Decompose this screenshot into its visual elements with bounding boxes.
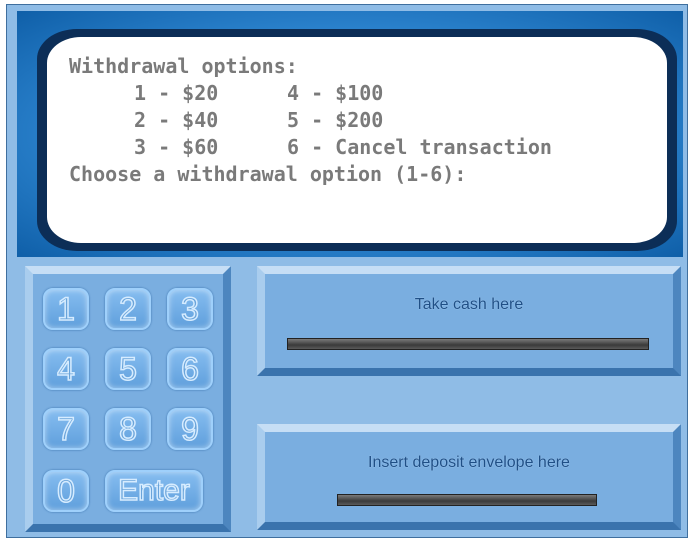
- screen-bezel: Withdrawal options: 1 - $20 4 - $100 2 - …: [17, 11, 683, 257]
- key-8[interactable]: 8: [105, 408, 151, 450]
- cash-slot[interactable]: [287, 338, 649, 350]
- deposit-slot-label: Insert deposit envelope here: [368, 454, 570, 471]
- cash-dispenser-label: Take cash here: [414, 296, 524, 313]
- key-3[interactable]: 3: [167, 288, 213, 330]
- screen-title: Withdrawal options:: [69, 54, 298, 78]
- key-9[interactable]: 9: [167, 408, 213, 450]
- option-6: 6 - Cancel transaction: [287, 135, 552, 159]
- option-2: 2 - $40: [134, 108, 219, 132]
- screen-text: Withdrawal options: 1 - $20 4 - $100 2 - …: [69, 53, 552, 188]
- option-row: 1 - $20 4 - $100: [69, 80, 552, 107]
- option-4: 4 - $100: [287, 81, 384, 105]
- key-5[interactable]: 5: [105, 348, 151, 390]
- atm-screen: Withdrawal options: 1 - $20 4 - $100 2 - …: [47, 37, 667, 243]
- key-1[interactable]: 1: [43, 288, 89, 330]
- key-2[interactable]: 2: [105, 288, 151, 330]
- key-7[interactable]: 7: [43, 408, 89, 450]
- key-0[interactable]: 0: [43, 470, 89, 512]
- option-1: 1 - $20: [134, 81, 219, 105]
- screen-prompt: Choose a withdrawal option (1-6):: [69, 162, 467, 186]
- cash-dispenser: Take cash here: [257, 266, 681, 376]
- option-row: 3 - $60 6 - Cancel transaction: [69, 134, 552, 161]
- key-6[interactable]: 6: [167, 348, 213, 390]
- deposit-slot[interactable]: [337, 494, 597, 506]
- option-3: 3 - $60: [134, 135, 219, 159]
- key-4[interactable]: 4: [43, 348, 89, 390]
- option-5: 5 - $200: [287, 108, 384, 132]
- option-row: 2 - $40 5 - $200: [69, 107, 552, 134]
- atm-panel: Withdrawal options: 1 - $20 4 - $100 2 - …: [6, 4, 688, 538]
- enter-key[interactable]: Enter: [105, 470, 203, 512]
- deposit-slot-panel: Insert deposit envelope here: [257, 424, 681, 530]
- keypad: 1 2 3 4 5 6 7 8 9 0 Enter: [25, 266, 231, 532]
